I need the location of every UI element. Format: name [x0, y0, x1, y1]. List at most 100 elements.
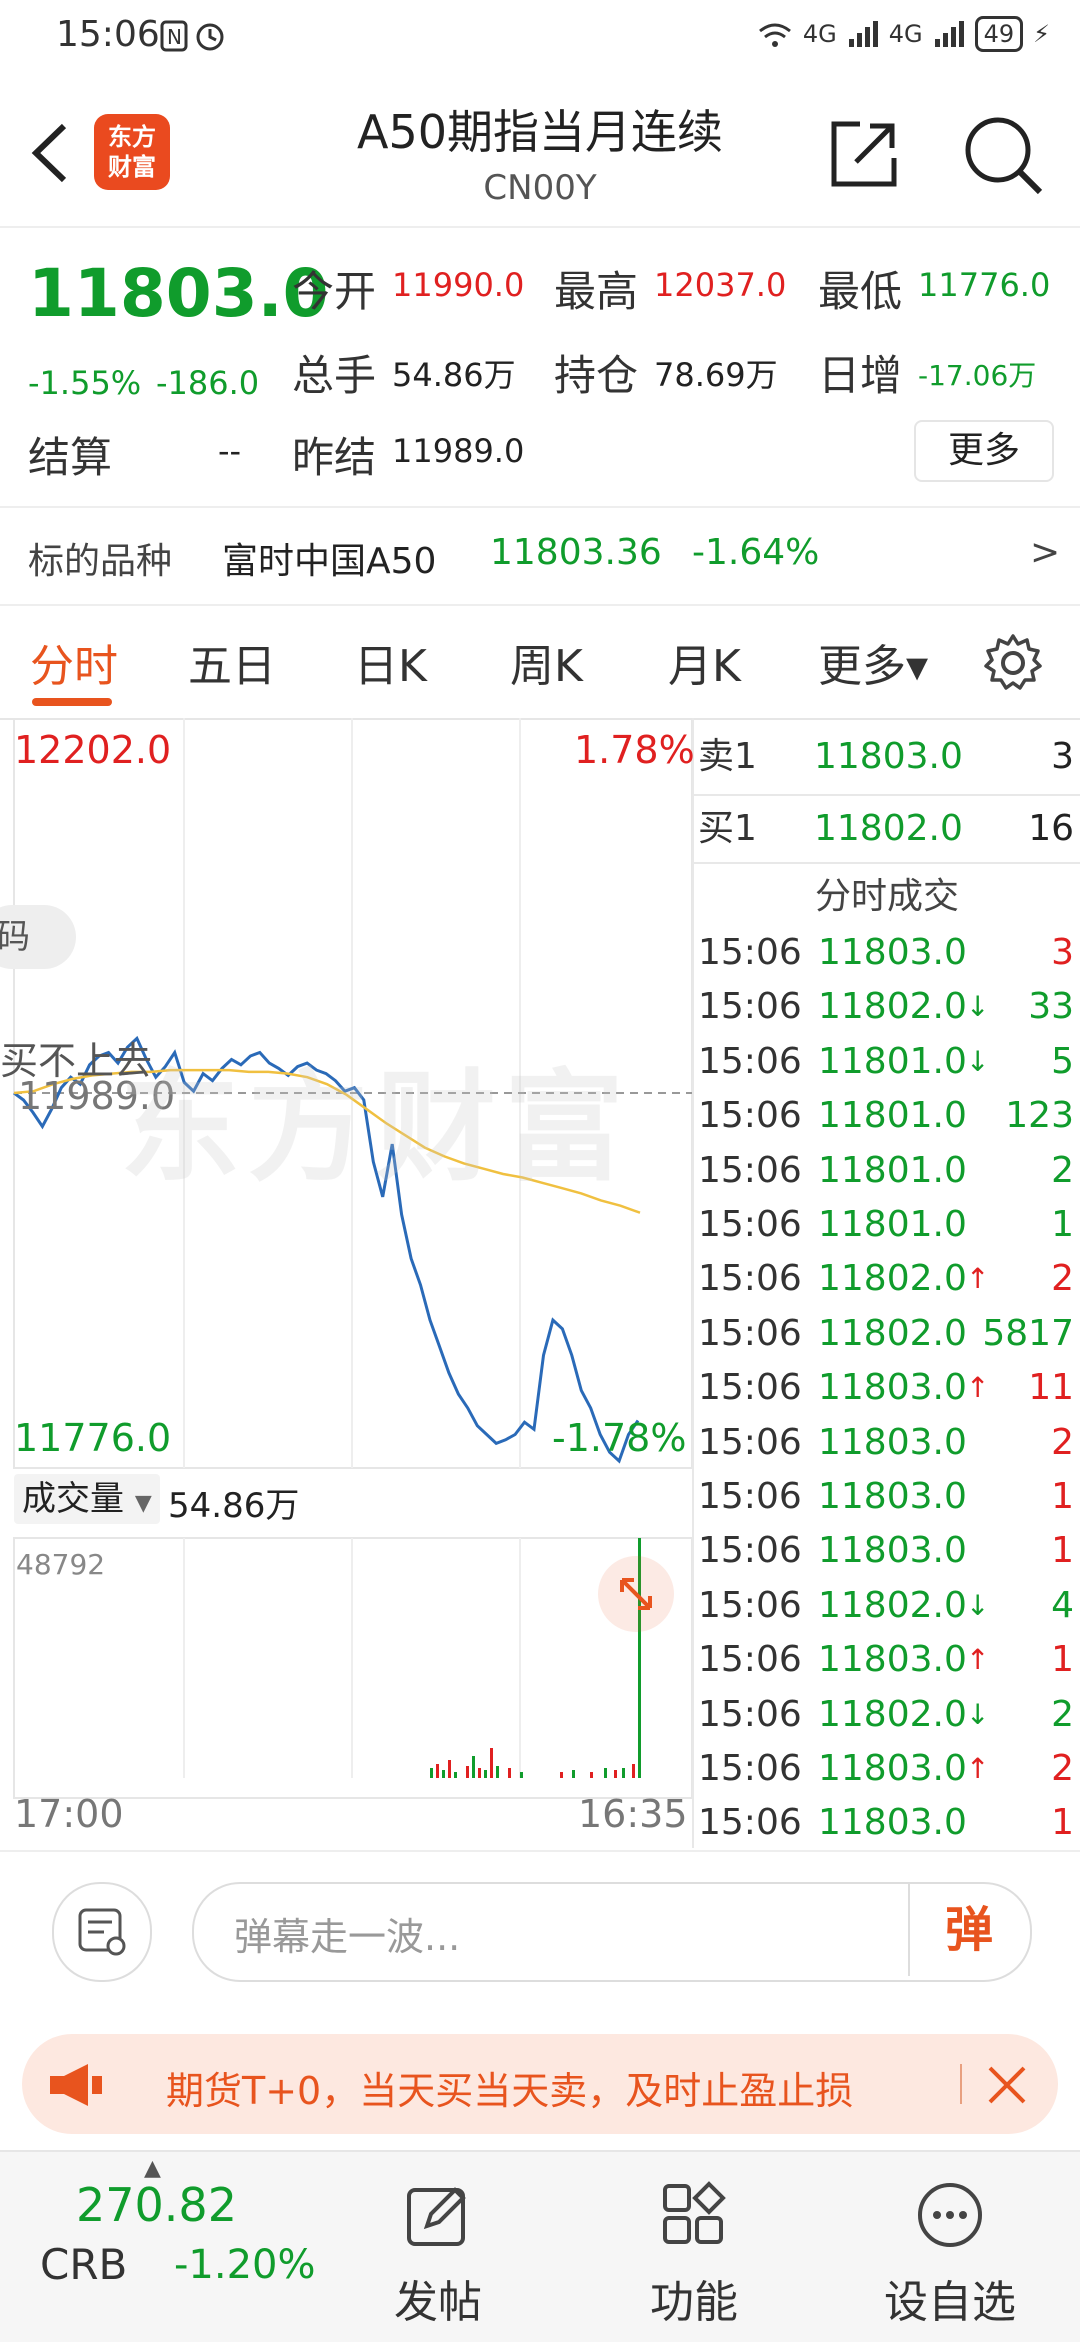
promo-banner[interactable]: 期货T+0，当天买当天卖，及时止盈止损: [22, 2034, 1058, 2134]
more-button[interactable]: 更多: [914, 420, 1054, 482]
trade-price: 11802.0: [818, 1258, 967, 1300]
high-label: 最高: [554, 267, 639, 316]
danmu-send-button[interactable]: 弹: [908, 1884, 1028, 1976]
change-value: -186.0: [156, 364, 260, 402]
signal-icon-2: [934, 21, 964, 47]
tab-more[interactable]: 更多▾: [818, 630, 928, 694]
trade-time: 15:06: [698, 1040, 802, 1082]
status-right: 4G 4G 49 ⚡: [757, 16, 1050, 52]
ask-row: 卖1 11803.0 3: [694, 730, 1074, 784]
trade-row: 15:06 11803.0 ↑ 2: [694, 1742, 1074, 1796]
volume-bar: [490, 1748, 493, 1778]
share-icon: [831, 121, 897, 187]
settings-button[interactable]: [982, 632, 1044, 698]
trade-row: 15:06 11803.0 ↑ 11: [694, 1361, 1074, 1415]
ask-price: 11803.0: [814, 736, 963, 777]
prev-settle-label: 昨结: [292, 433, 377, 482]
active-tab-indicator: [32, 698, 112, 706]
crb-value: 270.82: [76, 2178, 237, 2232]
last-price: 11803.0: [28, 255, 329, 332]
trade-price: 11803.0: [818, 932, 967, 973]
trade-row: 15:06 11803.0 1: [694, 1470, 1074, 1524]
arrow-down-icon: ↓: [966, 1044, 990, 1078]
trade-time: 15:06: [698, 1639, 802, 1681]
underlying-row[interactable]: 标的品种 富时中国A50 11803.36 -1.64% >: [0, 506, 1080, 606]
volume-bar: [632, 1764, 635, 1778]
volume-dropdown[interactable]: 成交量 ▼: [14, 1474, 160, 1524]
daily-increase-value: -17.06万: [918, 359, 1037, 392]
ask-label: 卖1: [698, 736, 757, 777]
bottom-nav: ▲ 270.82 CRB -1.20% 发帖 功能 设自选: [0, 2150, 1080, 2342]
trade-time: 15:06: [698, 1095, 802, 1137]
promo-divider: [960, 2064, 962, 2104]
close-promo-button[interactable]: [980, 2058, 1034, 2116]
tab-weekly-k[interactable]: 周K: [510, 630, 583, 694]
danmu-bar: 弹幕走一波... 弹: [0, 1850, 1080, 2012]
crb-index[interactable]: ▲ 270.82 CRB -1.20%: [0, 2152, 316, 2342]
volume-max-label: 48792: [16, 1548, 106, 1581]
battery-indicator: 49: [974, 16, 1024, 52]
search-button[interactable]: [960, 112, 1046, 202]
tab-monthly-k[interactable]: 月K: [668, 630, 741, 694]
contract-code: CN00Y: [483, 168, 597, 208]
trade-price: 11802.0: [818, 1312, 967, 1354]
trade-row: 15:06 11803.0 3: [694, 926, 1074, 980]
high-value: 12037.0: [654, 266, 787, 304]
side-pill[interactable]: 码: [0, 905, 76, 969]
intraday-chart[interactable]: 12202.0 1.78% 11989.0 11776.0 -1.78% 成交量…: [0, 718, 695, 1848]
underlying-label: 标的品种: [28, 541, 173, 582]
fullscreen-button[interactable]: [598, 1556, 674, 1632]
arrow-down-icon: ↓: [966, 990, 990, 1024]
trade-price: 11801.0: [818, 1204, 967, 1245]
charging-icon: ⚡: [1033, 20, 1050, 48]
open-interest-label: 持仓: [554, 351, 639, 400]
trade-qty: 2: [1051, 1421, 1074, 1463]
nav-add-watchlist[interactable]: 设自选: [860, 2152, 1040, 2342]
crb-label: CRB: [40, 2240, 128, 2289]
trade-price: 11801.0: [818, 1095, 967, 1137]
crb-change: -1.20%: [174, 2242, 316, 2288]
side-overlay-text: 买不上去: [0, 1039, 153, 1083]
trade-price: 11802.0: [818, 986, 967, 1028]
arrow-down-icon: ↓: [966, 1697, 990, 1731]
trade-row: 15:06 11803.0 2: [694, 1416, 1074, 1470]
intraday-chart-svg: [13, 718, 692, 1799]
watermark: 东方财富: [120, 1059, 632, 1198]
nav-features[interactable]: 功能: [604, 2152, 784, 2342]
trades-list[interactable]: 15:06 11803.0 3 15:06 11802.0 ↓ 33 15:06 11801.0…: [694, 926, 1080, 1848]
trade-qty: 123: [1005, 1095, 1074, 1137]
trade-qty: 5: [1051, 1040, 1074, 1082]
promo-text: 期货T+0，当天买当天卖，及时止盈止损: [166, 2069, 854, 2113]
ask-bid-divider: [694, 794, 1080, 796]
trade-qty: 2: [1051, 1693, 1074, 1735]
trade-row: 15:06 11802.0 ↓ 4: [694, 1579, 1074, 1633]
nav-post[interactable]: 发帖: [348, 2152, 528, 2342]
volume-bar: [430, 1768, 433, 1778]
volume-value: 54.86万: [392, 356, 516, 394]
tab-daily-k[interactable]: 日K: [354, 630, 427, 694]
trade-qty: 2: [1051, 1258, 1074, 1300]
trade-time: 15:06: [698, 1476, 802, 1517]
volume-bar: [448, 1760, 451, 1778]
underlying-change: -1.64%: [692, 532, 820, 573]
danmu-input[interactable]: 弹幕走一波...: [192, 1882, 1032, 1982]
danmu-settings-button[interactable]: [52, 1882, 152, 1982]
dropdown-caret-icon: ▼: [134, 1491, 152, 1516]
trade-time: 15:06: [698, 1149, 802, 1191]
nav-watchlist-label: 设自选: [884, 2277, 1016, 2328]
prev-settle-value: 11989.0: [392, 432, 525, 470]
share-button[interactable]: [826, 116, 902, 196]
trade-price: 11803.0: [818, 1367, 967, 1409]
trade-qty: 2: [1051, 1149, 1074, 1191]
arrow-up-icon: ↑: [966, 1752, 990, 1785]
trade-qty: 33: [1028, 986, 1074, 1028]
arrow-up-icon: ↑: [966, 1262, 990, 1296]
trade-qty: 1: [1051, 1639, 1074, 1681]
volume-bar: [590, 1772, 593, 1778]
tab-intraday[interactable]: 分时: [30, 630, 118, 694]
tab-five-day[interactable]: 五日: [188, 630, 276, 694]
more-circle-icon: [918, 2183, 982, 2247]
time-start: 17:00: [14, 1792, 124, 1836]
time-end: 16:35: [578, 1792, 688, 1836]
arrow-up-icon: ↑: [966, 1643, 990, 1677]
